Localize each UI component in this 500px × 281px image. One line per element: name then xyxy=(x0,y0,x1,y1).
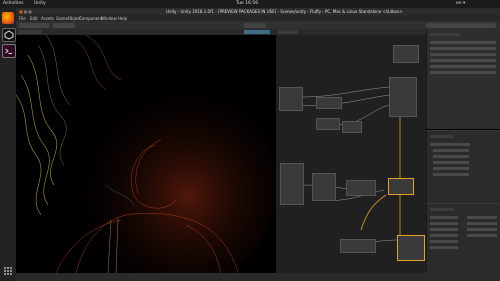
project-asset[interactable] xyxy=(467,216,497,219)
pivot-toggle[interactable] xyxy=(53,22,75,28)
graph-node-operator[interactable] xyxy=(312,173,336,201)
project-panel xyxy=(426,203,500,274)
layers-layout-dropdowns[interactable] xyxy=(426,22,496,28)
graph-node-operator[interactable] xyxy=(340,239,376,253)
project-folder[interactable] xyxy=(430,234,458,237)
play-controls[interactable] xyxy=(244,22,266,28)
project-folder[interactable] xyxy=(430,240,458,243)
menu-assets[interactable]: Assets xyxy=(41,16,54,21)
menu-edit[interactable]: Edit xyxy=(30,16,38,21)
graph-node-update[interactable] xyxy=(388,178,414,195)
tab-scene[interactable] xyxy=(244,30,270,34)
status-bar xyxy=(16,273,500,281)
inspector-field[interactable] xyxy=(430,47,496,50)
menu-file[interactable]: File xyxy=(19,16,26,21)
graph-node-operator[interactable] xyxy=(346,180,376,196)
graph-node-initialize[interactable] xyxy=(389,77,417,117)
activities-button[interactable]: Activities xyxy=(3,1,24,6)
inspector-field[interactable] xyxy=(430,53,496,56)
terminal-icon[interactable] xyxy=(2,44,16,58)
inspector-tab[interactable] xyxy=(430,33,460,36)
hierarchy-item[interactable] xyxy=(433,161,469,164)
vfx-graph-canvas[interactable] xyxy=(276,35,426,273)
input-status[interactable]: en ▾ xyxy=(456,1,465,6)
hierarchy-item[interactable] xyxy=(433,173,469,176)
app-menu[interactable]: Unity xyxy=(34,1,46,6)
clock[interactable]: Tue 16:56 xyxy=(236,1,258,6)
graph-node-operator[interactable] xyxy=(342,121,362,133)
apps-grid-icon[interactable] xyxy=(2,265,14,277)
transform-tools[interactable] xyxy=(19,22,49,28)
inspector-panel xyxy=(426,29,500,129)
graph-node-input[interactable] xyxy=(280,163,304,205)
inspector-field[interactable] xyxy=(430,41,496,44)
project-folder[interactable] xyxy=(430,228,458,231)
game-view[interactable] xyxy=(16,35,276,273)
hierarchy-item[interactable] xyxy=(430,143,470,146)
menu-component[interactable]: Component xyxy=(79,16,102,21)
project-tab[interactable] xyxy=(430,208,454,211)
project-folder[interactable] xyxy=(430,222,458,225)
graph-node-output[interactable] xyxy=(397,235,425,261)
tab-game[interactable] xyxy=(18,30,42,34)
minimize-icon xyxy=(23,9,28,14)
graph-node-operator[interactable] xyxy=(316,97,342,109)
firefox-icon[interactable] xyxy=(2,12,14,24)
ubuntu-launcher xyxy=(0,8,17,281)
window-title: Unity - Unity 2018.1.0f1 - [PREVIEW PACK… xyxy=(166,9,403,14)
graph-node-operator[interactable] xyxy=(316,118,340,130)
graph-node-spawn[interactable] xyxy=(393,45,419,63)
menu-gameobject[interactable]: GameObject xyxy=(56,16,81,21)
inspector-field[interactable] xyxy=(430,71,496,74)
project-asset[interactable] xyxy=(467,228,497,231)
window-title-bar: Unity - Unity 2018.1.0f1 - [PREVIEW PACK… xyxy=(16,8,500,15)
hierarchy-item[interactable] xyxy=(433,155,469,158)
point-cloud-render xyxy=(16,35,276,273)
hierarchy-item[interactable] xyxy=(433,149,469,152)
maximize-icon xyxy=(28,9,32,14)
hierarchy-tab[interactable] xyxy=(430,135,454,138)
window-controls[interactable] xyxy=(19,9,33,14)
project-folder[interactable] xyxy=(430,216,458,219)
close-icon xyxy=(19,9,23,14)
project-asset[interactable] xyxy=(467,222,497,225)
project-asset[interactable] xyxy=(467,234,497,237)
inspector-field[interactable] xyxy=(430,59,496,62)
inspector-field[interactable] xyxy=(430,65,496,68)
os-top-panel: Activities Unity Tue 16:56 en ▾ xyxy=(0,0,500,8)
hierarchy-item[interactable] xyxy=(433,167,469,170)
graph-node-input[interactable] xyxy=(279,87,303,111)
hierarchy-panel xyxy=(426,130,500,203)
unity-icon[interactable] xyxy=(2,28,16,42)
menu-help[interactable]: Help xyxy=(118,16,127,21)
menu-window[interactable]: Window xyxy=(101,16,117,21)
project-folder[interactable] xyxy=(430,246,458,249)
tab-vfx-graph[interactable] xyxy=(278,30,298,34)
